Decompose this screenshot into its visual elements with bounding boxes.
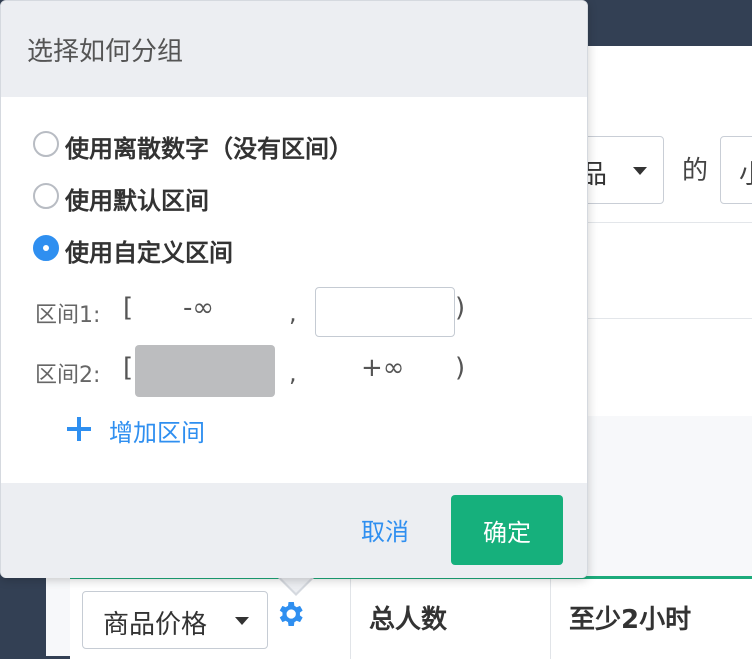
radio-button[interactable] [33, 183, 59, 209]
close-bracket: ) [455, 293, 466, 323]
interval-2-lower-input [135, 345, 275, 397]
radio-button[interactable] [33, 131, 59, 157]
group-popover: 选择如何分组 使用离散数字（没有区间） 使用默认区间 使用自定义区间 区间1: … [0, 0, 588, 578]
group-by-value: 商品价格 [103, 610, 208, 640]
divider [586, 222, 752, 223]
divider [586, 318, 752, 319]
table-header: 商品价格 总人数 至少2小时 [70, 576, 752, 659]
column-label: 至少2小时 [569, 605, 692, 635]
popover-footer: 取消 确定 [1, 483, 587, 578]
interval-1-upper-input[interactable] [315, 287, 455, 337]
connector-text: 的 [682, 156, 709, 186]
chevron-down-icon [633, 167, 647, 175]
option-label: 使用默认区间 [65, 187, 209, 215]
interval-2-upper: +∞ [361, 353, 405, 383]
confirm-button[interactable]: 确定 [451, 495, 563, 565]
gear-icon[interactable] [274, 598, 306, 630]
separator: , [289, 299, 297, 327]
cancel-button[interactable]: 取消 [347, 509, 423, 549]
group-by-select[interactable]: 商品价格 [82, 591, 268, 649]
open-bracket: [ [123, 353, 134, 383]
popover-title: 选择如何分组 [27, 37, 184, 67]
popover-header: 选择如何分组 [1, 1, 587, 97]
column-at-least-2h: 至少2小时 [550, 579, 752, 659]
column-total-users: 总人数 [350, 579, 550, 659]
interval-1-label: 区间1: [35, 303, 101, 328]
plus-icon [67, 417, 91, 441]
secondary-select-value: 小 [739, 154, 752, 191]
interval-2-label: 区间2: [35, 363, 101, 388]
column-label: 总人数 [369, 605, 448, 635]
radio-button-selected[interactable] [33, 235, 59, 261]
secondary-select[interactable]: 小 [720, 136, 752, 204]
interval-1-lower: -∞ [183, 293, 215, 323]
chevron-down-icon [235, 617, 249, 625]
option-label: 使用离散数字（没有区间） [65, 135, 353, 163]
option-label: 使用自定义区间 [65, 239, 233, 267]
add-interval-label: 增加区间 [109, 419, 205, 447]
close-bracket: ) [455, 353, 466, 383]
open-bracket: [ [123, 293, 134, 323]
separator: , [289, 359, 297, 387]
